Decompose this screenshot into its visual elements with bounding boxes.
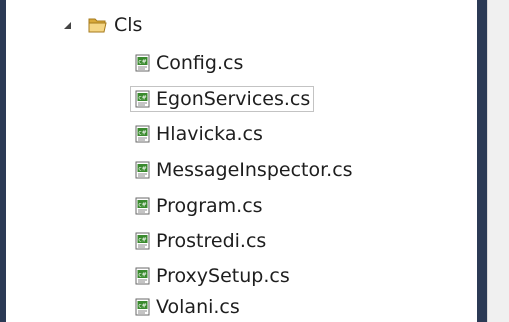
file-label: Prostredi.cs <box>156 230 267 252</box>
tree-file-messageinspector[interactable]: c# MessageInspector.cs <box>130 156 357 184</box>
tree-file-egonservices[interactable]: c# EgonServices.cs <box>130 85 315 113</box>
tree-file-proxysetup[interactable]: c# ProxySetup.cs <box>130 262 294 290</box>
svg-text:c#: c# <box>138 130 146 137</box>
file-label: EgonServices.cs <box>156 88 311 110</box>
tree-file-volani[interactable]: c# Volani.cs <box>130 293 244 321</box>
folder-open-icon <box>88 17 108 33</box>
csharp-file-icon: c# <box>134 125 152 143</box>
file-label: Hlavicka.cs <box>156 123 263 145</box>
svg-text:c#: c# <box>138 95 146 102</box>
tree-file-prostredi[interactable]: c# Prostredi.cs <box>130 227 270 255</box>
file-label: Config.cs <box>156 52 244 74</box>
file-label: Program.cs <box>156 195 263 217</box>
tree-file-program[interactable]: c# Program.cs <box>130 192 267 220</box>
svg-text:c#: c# <box>138 59 146 66</box>
tree-folder-cls[interactable]: Cls <box>60 12 142 38</box>
folder-label: Cls <box>114 14 143 36</box>
svg-text:c#: c# <box>138 303 146 310</box>
file-label: MessageInspector.cs <box>156 159 353 181</box>
csharp-file-icon: c# <box>134 298 152 316</box>
tree-file-hlavicka[interactable]: c# Hlavicka.cs <box>130 120 267 148</box>
csharp-file-icon: c# <box>134 161 152 179</box>
csharp-file-icon: c# <box>134 54 152 72</box>
scrollbar-track[interactable] <box>487 0 509 322</box>
svg-text:c#: c# <box>138 166 146 173</box>
csharp-file-icon: c# <box>134 267 152 285</box>
window-frame-right <box>477 0 487 322</box>
solution-explorer-panel: Cls c# Config.cs c# EgonServices.cs c# H… <box>6 0 477 322</box>
svg-text:c#: c# <box>138 272 146 279</box>
collapse-arrow-icon[interactable] <box>60 15 74 35</box>
csharp-file-icon: c# <box>134 232 152 250</box>
file-label: Volani.cs <box>156 296 240 318</box>
svg-text:c#: c# <box>138 237 146 244</box>
file-label: ProxySetup.cs <box>156 265 290 287</box>
svg-text:c#: c# <box>138 202 146 209</box>
csharp-file-icon: c# <box>134 90 152 108</box>
tree-file-config[interactable]: c# Config.cs <box>130 49 247 77</box>
csharp-file-icon: c# <box>134 197 152 215</box>
